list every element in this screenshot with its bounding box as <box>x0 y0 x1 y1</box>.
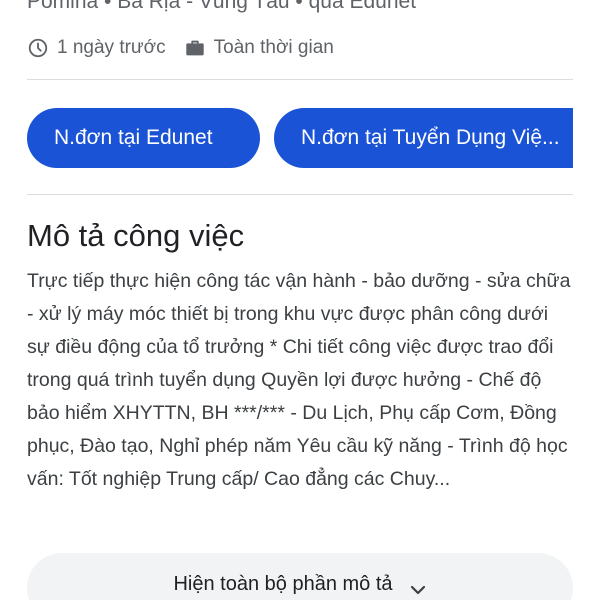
job-type-meta: Toàn thời gian <box>184 37 334 59</box>
apply-buttons-row[interactable]: N.đơn tại Edunet N.đơn tại Tuyển Dụng Vi… <box>27 108 573 168</box>
job-type: Toàn thời gian <box>213 37 334 58</box>
posted-meta: 1 ngày trước <box>27 37 166 59</box>
job-description-title: Mô tả công việc <box>27 218 245 253</box>
show-full-description-button[interactable]: Hiện toàn bộ phần mô tả <box>27 553 573 600</box>
divider <box>27 79 573 80</box>
clock-icon <box>27 37 49 59</box>
apply-tuyen-dung-viet-button[interactable]: N.đơn tại Tuyển Dụng Việ... <box>274 108 573 168</box>
job-detail-page: Pomina • Bà Rịa - Vũng Tàu • qua Edunet … <box>0 0 600 600</box>
job-meta-row: 1 ngày trước Toàn thời gian <box>27 35 334 61</box>
chevron-down-icon <box>409 579 427 600</box>
job-description-text: Trực tiếp thực hiện công tác vận hành - … <box>27 270 571 490</box>
divider <box>27 194 573 195</box>
posted-time: 1 ngày trước <box>57 37 166 58</box>
job-company-location-source: Pomina • Bà Rịa - Vũng Tàu • qua Edunet <box>27 0 417 13</box>
briefcase-icon <box>184 37 206 59</box>
show-full-description-label: Hiện toàn bộ phần mô tả <box>173 573 393 595</box>
apply-edunet-button[interactable]: N.đơn tại Edunet <box>27 108 260 168</box>
